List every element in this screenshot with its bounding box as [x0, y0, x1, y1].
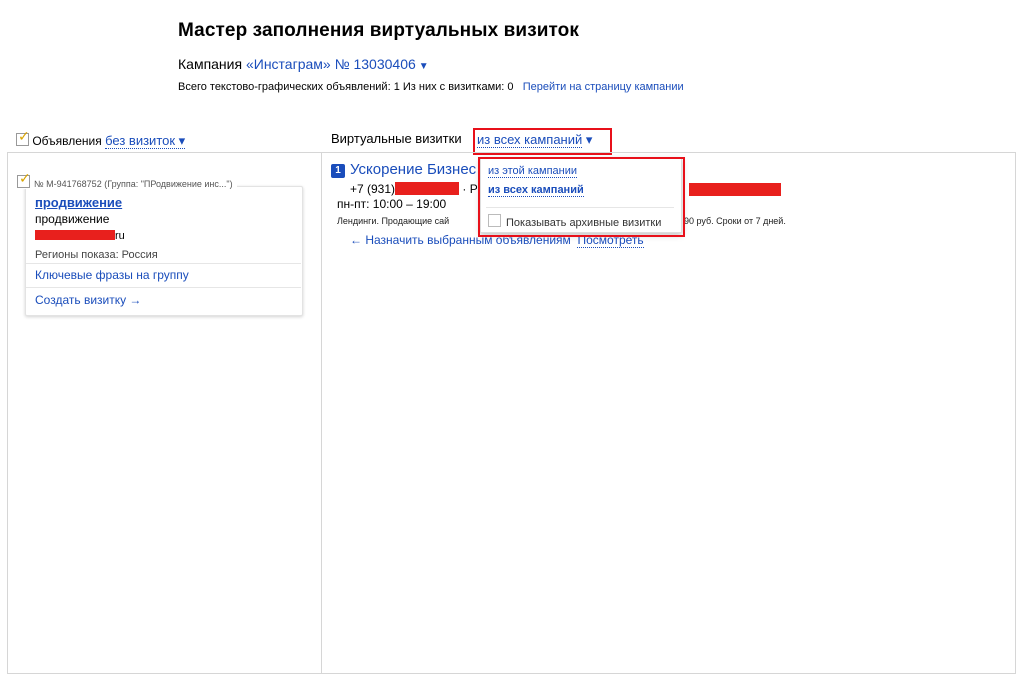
divider — [26, 263, 301, 264]
chevron-down-icon[interactable]: ▼ — [419, 61, 429, 72]
page-title: Мастер заполнения виртуальных визиток — [178, 20, 579, 41]
vcards-label: Виртуальные визитки — [331, 131, 462, 146]
redaction-bar — [395, 182, 460, 195]
campaign-prefix: Кампания — [178, 56, 243, 72]
ad-title-link[interactable]: продвижение — [35, 195, 122, 210]
redaction-bar — [35, 230, 115, 240]
campaign-selector[interactable]: Кампания «Инстаграм» № 13030406 ▼ — [178, 56, 429, 72]
ads-filter-dropdown[interactable]: без визиток ▾ — [105, 133, 186, 149]
ads-label: Объявления — [32, 134, 102, 148]
campaign-name-link[interactable]: «Инстаграм» № 13030406 — [246, 56, 416, 72]
ad-meta: ✓ № М-941768752 (Группа: "ПРодвижение инс… — [17, 170, 237, 189]
ad-checkbox[interactable]: ✓ — [17, 170, 31, 188]
stats-text: Всего текстово-графических объявлений: 1… — [178, 81, 514, 93]
panel-divider — [321, 152, 322, 674]
vcard-hours: пн-пт: 10:00 – 19:00 — [337, 197, 447, 211]
vcards-column-header: Виртуальные визитки — [331, 131, 462, 146]
ad-regions: Регионы показа: Россия — [35, 249, 158, 261]
highlight-popup-box — [478, 157, 685, 237]
select-all-ads-checkbox[interactable]: ✓ — [16, 128, 30, 146]
vcard-description-end: 90 руб. Сроки от 7 дней. — [684, 216, 786, 226]
vcard-number-badge: 1 — [331, 164, 345, 178]
ad-domain: ru — [35, 230, 125, 242]
campaign-page-link[interactable]: Перейти на страницу кампании — [523, 81, 684, 93]
ad-text: продвижение — [35, 212, 110, 226]
checkmark-icon: ✓ — [18, 128, 30, 144]
vcard-phone: +7 (931) · P — [350, 182, 478, 196]
checkmark-icon: ✓ — [19, 170, 31, 186]
create-vcard-link[interactable]: Создать визитку → — [35, 293, 141, 307]
keyphrases-link[interactable]: Ключевые фразы на группу — [35, 268, 189, 282]
divider — [26, 287, 301, 288]
campaign-stats: Всего текстово-графических объявлений: 1… — [178, 81, 708, 93]
vcards-filter-dropdown[interactable]: из всех кампаний ▾ — [477, 132, 592, 148]
redaction-bar — [689, 183, 781, 196]
vcard-description: Лендинги. Продающие сай — [337, 216, 450, 226]
vcard-title-link[interactable]: Ускорение Бизнес — [350, 161, 476, 178]
ads-column-header: ✓ Объявления без визиток ▾ — [16, 128, 186, 149]
